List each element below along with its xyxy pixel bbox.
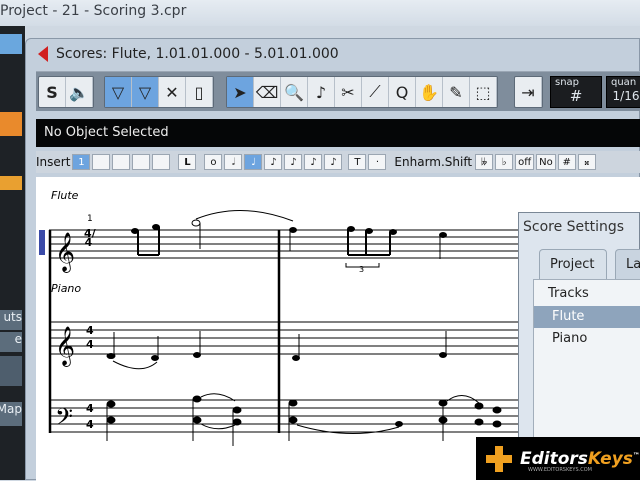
svg-text:𝄢: 𝄢	[55, 403, 73, 436]
arrow-tool-icon[interactable]: ➤	[227, 77, 254, 107]
note-tool-icon[interactable]: ♪	[308, 77, 335, 107]
back-item[interactable]	[0, 356, 22, 386]
toolbar-group-auto: ⇥	[514, 76, 543, 108]
svg-text:4: 4	[86, 402, 94, 415]
voice-button[interactable]	[112, 154, 131, 170]
sixteenth-note-icon[interactable]: ♪	[284, 154, 303, 170]
barlines	[48, 230, 281, 433]
flute-notes: 3	[131, 209, 447, 274]
tab-layout[interactable]: La	[615, 249, 640, 279]
voice-button[interactable]	[92, 154, 111, 170]
dotted-button[interactable]: ·	[368, 154, 387, 170]
bar-number: 1	[87, 214, 93, 224]
info-text: No Object Selected	[44, 125, 169, 140]
quantize-control[interactable]: quan 1/16	[606, 76, 640, 108]
double-flat-button[interactable]: 𝄫	[475, 154, 494, 170]
back-window: uts e Map	[0, 26, 25, 480]
time-signatures: 44 44	[86, 324, 94, 431]
zoom-tool-icon[interactable]: 🔍	[281, 77, 308, 107]
quantize-label: quan	[611, 77, 637, 88]
quarter-note-icon[interactable]: ♩	[244, 154, 263, 170]
clefs: 𝄞 𝄞 𝄢	[55, 232, 75, 436]
solo-button[interactable]: S	[39, 77, 66, 107]
snap-control[interactable]: snap #	[550, 76, 602, 108]
track-indicator	[39, 230, 45, 255]
enharm-shift-label: Enharm.Shift	[394, 155, 473, 169]
glue-tool-icon[interactable]: ⟋	[362, 77, 389, 107]
pencil-tool-icon[interactable]: ✎	[443, 77, 470, 107]
tracks-panel: Tracks Flute Piano	[533, 279, 640, 441]
insert-bar: Insert 1 L o 𝅗𝅥 ♩ ♪ ♪ ♪ ♪ T · Enharm.Shi…	[36, 151, 640, 173]
double-sharp-button[interactable]: 𝄪	[577, 154, 596, 170]
flute-time-signature: 4/4	[84, 227, 96, 249]
toolbar-group-solo: S 🔈	[38, 76, 94, 108]
q-tool-icon[interactable]: Q	[389, 77, 416, 107]
toolbar-group-tools: ➤ ⌫ 🔍 ♪ ✂ ⟋ Q ✋ ✎ ⬚	[226, 76, 498, 108]
app-title: Project - 21 - Scoring 3.cpr	[0, 3, 187, 19]
whole-note-icon[interactable]: o	[204, 154, 223, 170]
off-button[interactable]: off	[515, 154, 535, 170]
toolbar: S 🔈 ▽ ▽ ✕ ▯ ➤ ⌫ 🔍 ♪ ✂ ⟋ Q ✋ ✎ ⬚ ⇥ snap # …	[36, 71, 640, 111]
back-toolbar-button[interactable]	[0, 34, 22, 54]
half-note-icon[interactable]: 𝅗𝅥	[224, 154, 243, 170]
brand-url: WWW.EDITORSKEYS.COM	[528, 467, 592, 473]
editorskeys-watermark: EditorsKeys™ WWW.EDITORSKEYS.COM	[476, 437, 640, 480]
staff-name-piano: Piano	[51, 282, 81, 295]
window-title-bar: Scores: Flute, 1.01.01.000 - 5.01.01.000	[26, 39, 639, 69]
cross-logo-icon	[486, 445, 512, 472]
svg-text:𝄞: 𝄞	[55, 232, 75, 273]
scissors-tool-icon[interactable]: ✂	[335, 77, 362, 107]
flat-button[interactable]: ♭	[495, 154, 514, 170]
auto-scroll-icon[interactable]: ⇥	[515, 77, 542, 107]
window-title: Scores: Flute, 1.01.01.000 - 5.01.01.000	[56, 46, 339, 62]
toolbar-group-view: ▽ ▽ ✕ ▯	[104, 76, 214, 108]
eraser-tool-icon[interactable]: ⌫	[254, 77, 281, 107]
staff-name-flute: Flute	[51, 189, 79, 202]
dialog-title: Score Settings	[523, 219, 625, 235]
brand-text: EditorsKeys™	[520, 448, 640, 469]
svg-text:4: 4	[86, 338, 94, 351]
back-item[interactable]	[0, 176, 22, 190]
track-item-piano[interactable]: Piano	[534, 328, 640, 350]
sharp-button[interactable]: #	[557, 154, 576, 170]
app-title-bar: Project - 21 - Scoring 3.cpr	[0, 0, 640, 26]
info-line: No Object Selected	[36, 119, 640, 147]
page-mode-icon[interactable]: ▽	[132, 77, 159, 107]
piano-notes	[106, 331, 502, 446]
sixtyfourth-note-icon[interactable]: ♪	[324, 154, 343, 170]
triplet-button[interactable]: T	[348, 154, 367, 170]
voice-button[interactable]	[132, 154, 151, 170]
tab-project[interactable]: Project	[539, 249, 607, 279]
track-item-flute[interactable]: Flute	[534, 306, 640, 328]
voice-button[interactable]	[152, 154, 171, 170]
cubase-logo-icon	[38, 46, 48, 62]
voice-1-button[interactable]: 1	[72, 154, 91, 170]
back-item[interactable]: e	[0, 332, 22, 352]
quantize-value: 1/16	[612, 89, 640, 103]
hide-icon[interactable]: ✕	[159, 77, 186, 107]
svg-text:4: 4	[86, 418, 94, 431]
hand-tool-icon[interactable]: ✋	[416, 77, 443, 107]
score-settings-dialog: Score Settings Project La Tracks Flute P…	[518, 212, 640, 441]
edit-mode-icon[interactable]: ▽	[105, 77, 132, 107]
speaker-icon[interactable]: 🔈	[66, 77, 93, 107]
back-item[interactable]: Map	[0, 402, 22, 426]
insert-label: Insert	[36, 155, 71, 169]
marquee-tool-icon[interactable]: ⬚	[470, 77, 497, 107]
thirtysecond-note-icon[interactable]: ♪	[304, 154, 323, 170]
l-button[interactable]: L	[178, 154, 197, 170]
tracks-header: Tracks	[548, 286, 589, 301]
back-item[interactable]: uts	[0, 310, 22, 330]
tuplet-number: 3	[359, 265, 364, 274]
svg-text:𝄞: 𝄞	[55, 326, 75, 367]
staff-lines	[49, 229, 521, 433]
layout-icon[interactable]: ▯	[186, 77, 213, 107]
back-orange-bar	[0, 112, 22, 136]
svg-text:4: 4	[86, 324, 94, 337]
eighth-note-icon[interactable]: ♪	[264, 154, 283, 170]
snap-value: #	[569, 87, 583, 105]
no-button[interactable]: No	[536, 154, 556, 170]
